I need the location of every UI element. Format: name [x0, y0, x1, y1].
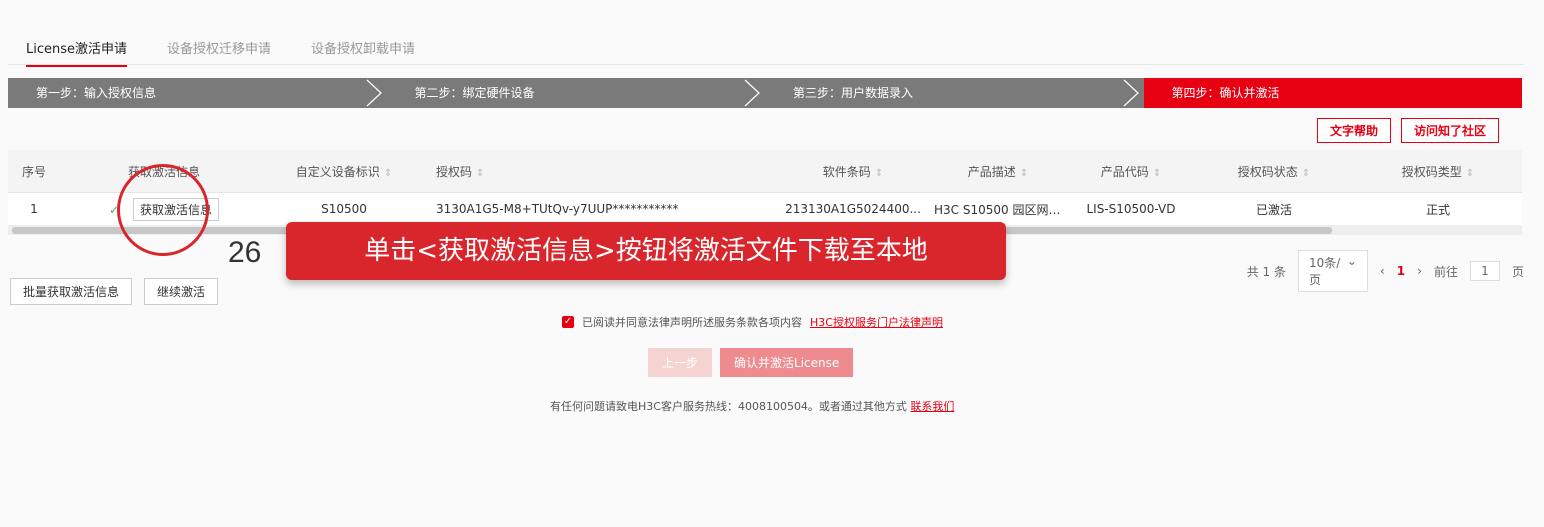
total-count: 共 1 条	[1246, 264, 1286, 279]
col-device-id[interactable]: 自定义设备标识 ⇕	[268, 163, 420, 180]
sort-icon[interactable]: ⇕	[1466, 168, 1474, 179]
col-index: 序号	[8, 163, 60, 180]
highlight-circle	[117, 164, 209, 256]
batch-actions: 批量获取激活信息 继续激活	[10, 278, 219, 305]
step-3: 第三步：用户数据录入	[765, 78, 1144, 108]
agreement: ✓ 已阅读并同意法律声明所述服务条款各项内容 H3C授权服务门户法律声明	[562, 314, 943, 330]
tab-divider	[8, 64, 1524, 65]
step-2-label: 第二步：绑定硬件设备	[414, 86, 535, 100]
text-help-button[interactable]: 文字帮助	[1316, 118, 1391, 143]
cell-type: 正式	[1425, 202, 1450, 217]
page-number[interactable]: 1	[1397, 264, 1405, 278]
step-1: 第一步：输入授权信息	[8, 78, 387, 108]
tab-device-migration[interactable]: 设备授权迁移申请	[167, 38, 271, 67]
col-product-code[interactable]: 产品代码 ⇕	[1068, 163, 1194, 180]
step-progress: 第一步：输入授权信息 第二步：绑定硬件设备 第三步：用户数据录入 第四步：确认并…	[8, 78, 1522, 108]
step-number: 26	[228, 236, 262, 269]
sort-icon[interactable]: ⇕	[1302, 168, 1310, 179]
sort-icon[interactable]: ⇕	[1020, 168, 1028, 179]
sort-icon[interactable]: ⇕	[1153, 168, 1161, 179]
contact-us-link[interactable]: 联系我们	[910, 400, 954, 413]
tab-bar: License激活申请 设备授权迁移申请 设备授权卸载申请	[26, 38, 455, 67]
page-size-select[interactable]: 10条/页 ⌄	[1297, 250, 1368, 292]
tab-license-activation[interactable]: License激活申请	[26, 38, 128, 67]
continue-activation-button[interactable]: 继续激活	[144, 278, 219, 305]
cell-barcode: 213130A1G5024400...	[785, 202, 921, 216]
goto-page-input[interactable]: 1	[1469, 261, 1500, 281]
sort-icon[interactable]: ⇕	[476, 168, 484, 179]
col-type-label: 授权码类型	[1401, 164, 1462, 179]
col-barcode[interactable]: 软件条码 ⇕	[778, 163, 928, 180]
confirm-activate-button[interactable]: 确认并激活License	[720, 348, 854, 377]
instruction-callout: 单击<获取激活信息>按钮将激活文件下载至本地	[286, 222, 1006, 280]
sort-icon[interactable]: ⇕	[875, 168, 883, 179]
batch-fetch-button[interactable]: 批量获取激活信息	[10, 278, 133, 305]
col-product-code-label: 产品代码	[1100, 164, 1149, 179]
chevron-right-icon	[366, 79, 382, 107]
page-size-label: 10条/页	[1308, 256, 1341, 287]
community-button[interactable]: 访问知了社区	[1400, 118, 1499, 143]
form-actions: 上一步 确认并激活License	[648, 348, 854, 377]
page-suffix: 页	[1511, 264, 1524, 279]
step-2: 第二步：绑定硬件设备	[386, 78, 765, 108]
cell-device-id: S10500	[321, 202, 367, 216]
chevron-right-icon[interactable]: ›	[1417, 264, 1422, 278]
cell-status: 已激活	[1255, 202, 1292, 217]
goto-label: 前往	[1433, 264, 1458, 279]
cell-index: 1	[30, 202, 38, 216]
tab-device-uninstall[interactable]: 设备授权卸载申请	[311, 38, 415, 67]
sort-icon[interactable]: ⇕	[384, 168, 392, 179]
agreement-text: 已阅读并同意法律声明所述服务条款各项内容	[582, 316, 802, 329]
pagination: 共 1 条 10条/页 ⌄ ‹ 1 › 前往 1 页	[1247, 250, 1524, 292]
support-footer: 有任何问题请致电H3C客户服务热线：4008100504。或者通过其他方式 联系…	[550, 398, 954, 414]
col-license-code-label: 授权码	[436, 164, 473, 179]
step-4-label: 第四步：确认并激活	[1171, 86, 1280, 100]
chevron-right-icon	[744, 79, 760, 107]
col-status[interactable]: 授权码状态 ⇕	[1194, 163, 1354, 180]
chevron-down-icon: ⌄	[1346, 254, 1357, 268]
help-buttons: 文字帮助 访问知了社区	[1316, 118, 1499, 143]
table-header: 序号 获取激活信息 自定义设备标识 ⇕ 授权码 ⇕ 软件条码 ⇕ 产品描述 ⇕ 产品代码…	[8, 150, 1522, 193]
col-type[interactable]: 授权码类型 ⇕	[1354, 163, 1522, 180]
step-4: 第四步：确认并激活	[1143, 78, 1522, 108]
previous-step-button[interactable]: 上一步	[648, 348, 713, 377]
col-barcode-label: 软件条码	[822, 164, 871, 179]
cell-product-code: LIS-S10500-VD	[1086, 202, 1176, 216]
cell-license-code: 3130A1G5-M8+TUtQv-y7UUP***********	[436, 202, 679, 216]
legal-statement-link[interactable]: H3C授权服务门户法律声明	[810, 314, 943, 330]
col-status-label: 授权码状态	[1237, 164, 1298, 179]
col-description[interactable]: 产品描述 ⇕	[928, 163, 1068, 180]
footer-text: 有任何问题请致电H3C客户服务热线：4008100504。或者通过其他方式	[550, 400, 907, 413]
col-license-code[interactable]: 授权码 ⇕	[420, 163, 778, 180]
cell-description: H3C S10500 园区网功能...	[934, 202, 1068, 217]
agree-checkbox[interactable]: ✓	[562, 316, 574, 328]
col-device-id-label: 自定义设备标识	[295, 164, 380, 179]
chevron-left-icon[interactable]: ‹	[1380, 264, 1385, 278]
col-index-label: 序号	[21, 164, 46, 179]
chevron-right-icon	[1123, 79, 1139, 107]
step-3-label: 第三步：用户数据录入	[793, 86, 914, 100]
col-description-label: 产品描述	[967, 164, 1016, 179]
step-1-label: 第一步：输入授权信息	[36, 86, 157, 100]
